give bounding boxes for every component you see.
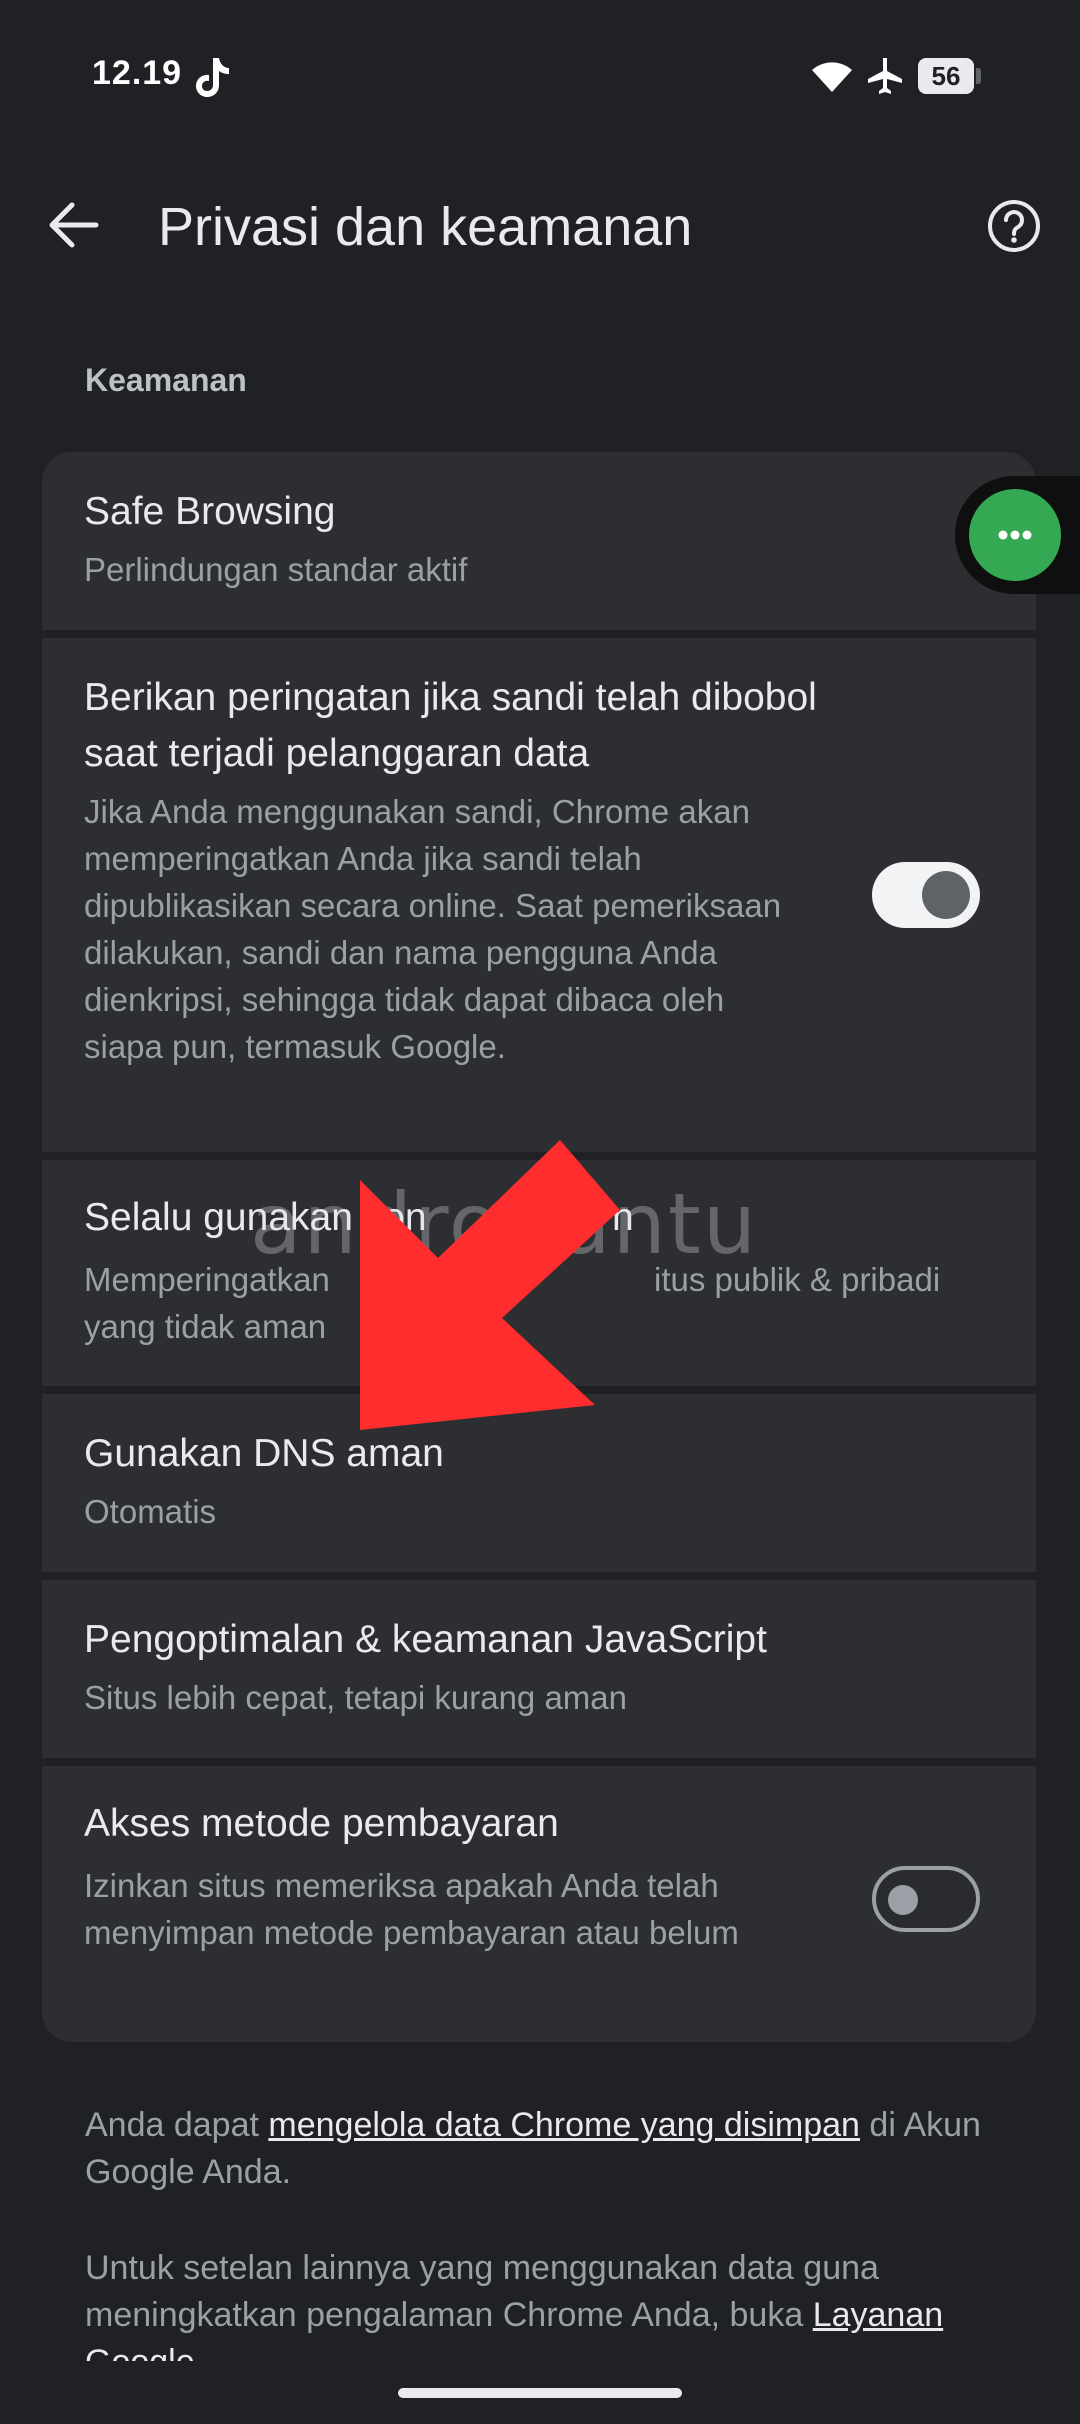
more-dots-icon: [998, 530, 1032, 540]
toggle-knob: [888, 1885, 918, 1915]
battery-indicator: 56: [918, 58, 982, 94]
toggle-knob: [922, 871, 970, 919]
wifi-icon: [812, 62, 852, 92]
footer-more-settings: Untuk setelan lainnya yang menggunakan d…: [85, 2245, 1005, 2361]
item-title: Berikan peringatan jika sandi telah dibo…: [84, 676, 817, 775]
status-time: 12.19: [92, 54, 183, 92]
item-subtitle: Otomatis: [84, 1493, 217, 1530]
help-icon[interactable]: [986, 198, 1042, 254]
item-subtitle: Perlindungan standar aktif: [84, 551, 468, 588]
setting-password-leak-warning[interactable]: Berikan peringatan jika sandi telah dibo…: [42, 638, 1036, 1152]
item-subtitle: Jika Anda menggunakan sandi, Chrome akan…: [84, 793, 782, 1065]
footer-text: Untuk setelan lainnya yang menggunakan d…: [85, 2249, 879, 2334]
section-header-keamanan: Keamanan: [85, 362, 247, 398]
status-bar: 12.19 56: [0, 0, 1080, 150]
battery-level: 56: [918, 58, 974, 94]
item-title: Akses metode pembayaran: [84, 1802, 559, 1845]
battery-tip: [976, 68, 981, 84]
footer-manage-data: Anda dapat mengelola data Chrome yang di…: [85, 2102, 1005, 2196]
app-bar: Privasi dan keamanan: [0, 180, 1080, 270]
footer-text: Anda dapat: [85, 2106, 269, 2144]
item-title: Safe Browsing: [84, 490, 336, 533]
back-arrow-icon[interactable]: [48, 202, 100, 248]
page-title: Privasi dan keamanan: [158, 197, 693, 257]
setting-javascript-optimization[interactable]: Pengoptimalan & keamanan JavaScript Situ…: [42, 1580, 1036, 1758]
floating-bubble: [955, 476, 1080, 594]
tiktok-icon: [196, 58, 229, 97]
more-options-bubble[interactable]: [969, 489, 1061, 581]
setting-safe-browsing[interactable]: Safe Browsing Perlindungan standar aktif: [42, 452, 1036, 630]
item-subtitle-line2: yang tidak aman: [84, 1308, 327, 1345]
item-title: Pengoptimalan & keamanan JavaScript: [84, 1618, 767, 1661]
manage-chrome-data-link[interactable]: mengelola data Chrome yang disimpan: [268, 2106, 860, 2144]
item-subtitle: Situs lebih cepat, tetapi kurang aman: [84, 1679, 628, 1716]
payment-methods-toggle[interactable]: [872, 1866, 980, 1932]
item-subtitle: Izinkan situs memeriksa apakah Anda tela…: [84, 1867, 739, 1951]
item-title: Gunakan DNS aman: [84, 1432, 444, 1475]
annotation-arrow: [360, 1140, 620, 1430]
navigation-handle[interactable]: [398, 2388, 682, 2398]
setting-payment-methods-access[interactable]: Akses metode pembayaran Izinkan situs me…: [42, 1766, 1036, 2042]
airplane-mode-icon: [868, 58, 902, 94]
password-leak-toggle[interactable]: [872, 862, 980, 928]
